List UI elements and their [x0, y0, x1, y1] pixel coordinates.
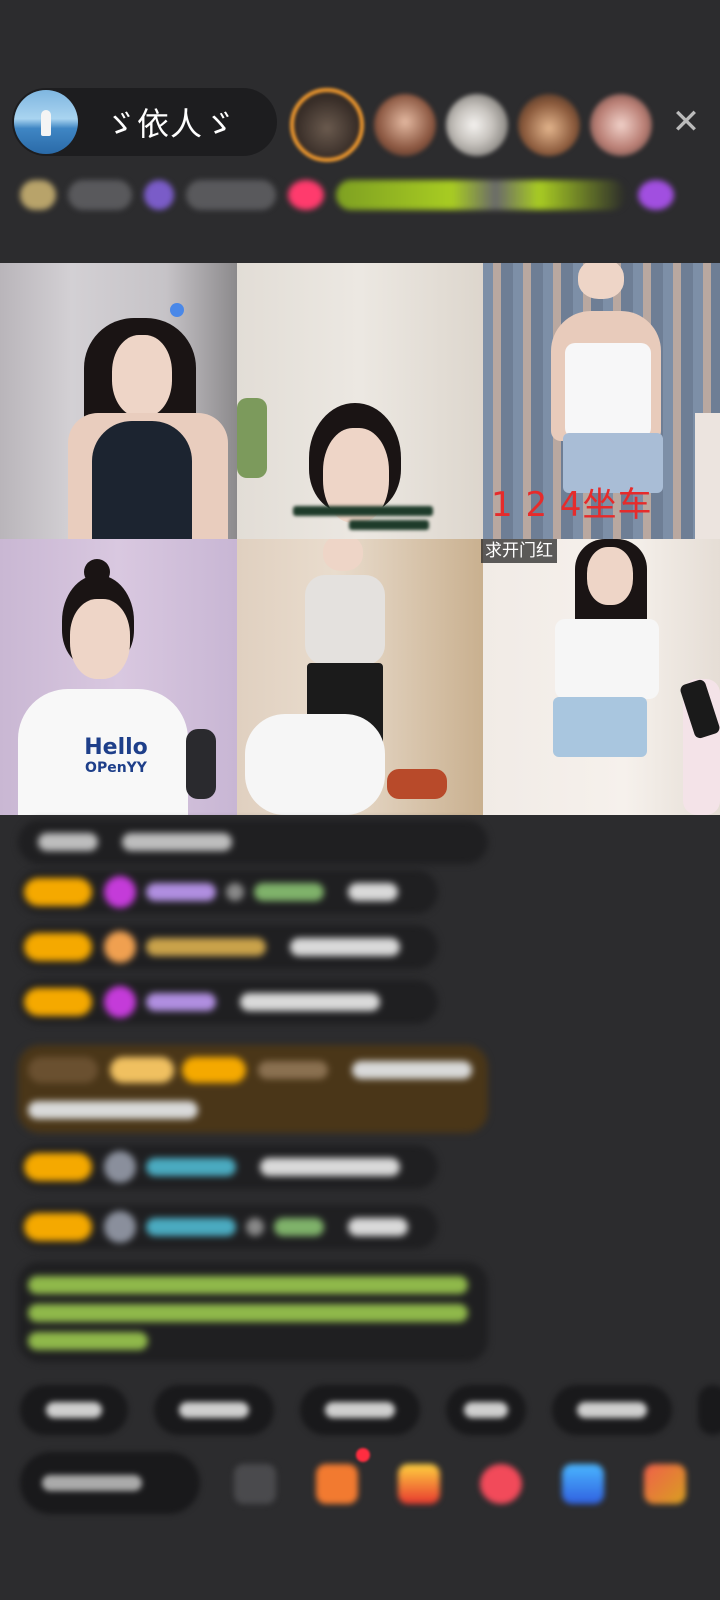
activity-icon[interactable]	[638, 180, 674, 210]
user-icon	[104, 1211, 136, 1243]
notification-dot	[356, 1448, 370, 1462]
level-badge	[24, 878, 92, 906]
host-info-pill[interactable]: ゞ依人ゞ	[12, 88, 277, 156]
host-name: ゞ依人ゞ	[104, 105, 237, 143]
chat-message[interactable]	[18, 925, 438, 969]
tile-4-shirt-print: Hello OPenYY	[84, 735, 148, 776]
quick-reply-button[interactable]	[154, 1385, 274, 1435]
level-badge	[24, 988, 92, 1016]
viewer-avatar[interactable]	[290, 88, 364, 162]
quick-reply-button[interactable]	[300, 1385, 420, 1435]
close-icon[interactable]: ✕	[668, 104, 704, 140]
viewer-avatar[interactable]	[518, 94, 580, 156]
viewer-avatar[interactable]	[374, 94, 436, 156]
tile-6-overlay-tag: 求开门红	[481, 539, 557, 563]
top-viewers	[290, 88, 662, 162]
badge-icon	[104, 931, 136, 963]
chat-message[interactable]	[18, 980, 438, 1024]
quick-reply-button[interactable]	[446, 1385, 526, 1435]
rank-chip[interactable]	[20, 180, 56, 210]
microphone-icon	[186, 729, 216, 799]
video-tile-2[interactable]	[237, 263, 483, 539]
hot-chip[interactable]	[144, 180, 174, 210]
host-avatar[interactable]	[14, 90, 78, 154]
quick-reply-row	[20, 1385, 720, 1435]
system-notice	[18, 1262, 488, 1362]
game-icon[interactable]	[562, 1464, 604, 1504]
chat-input[interactable]	[20, 1452, 200, 1514]
gift-chip[interactable]	[288, 180, 324, 210]
quick-reply-button[interactable]	[698, 1385, 720, 1435]
level-badge	[24, 1213, 92, 1241]
video-grid	[0, 263, 720, 815]
viewer-avatar[interactable]	[446, 94, 508, 156]
video-tile-1[interactable]	[0, 263, 237, 539]
level-badge	[24, 1153, 92, 1181]
chat-message[interactable]	[18, 1205, 438, 1249]
more-icon[interactable]	[644, 1464, 686, 1504]
hot-chip[interactable]	[186, 180, 276, 210]
tile-3-overlay-text: 1 2 4坐车	[491, 485, 653, 525]
gift-box-icon[interactable]	[316, 1464, 358, 1504]
chat-message[interactable]	[18, 1145, 438, 1189]
video-tile-5[interactable]	[237, 539, 483, 815]
quick-reply-button[interactable]	[20, 1385, 128, 1435]
activity-chip[interactable]	[336, 180, 626, 210]
chat-message[interactable]	[18, 870, 438, 914]
viewer-avatar[interactable]	[590, 94, 652, 156]
chat-message[interactable]	[18, 820, 488, 864]
lottery-icon[interactable]	[398, 1464, 440, 1504]
user-icon	[104, 1151, 136, 1183]
hair-flower-icon	[170, 303, 184, 317]
diamond-icon	[104, 986, 136, 1018]
level-badge	[24, 933, 92, 961]
bottom-bar	[0, 1452, 720, 1522]
heart-icon[interactable]	[480, 1464, 522, 1504]
video-tile-6[interactable]	[483, 539, 720, 815]
rank-chip[interactable]	[68, 180, 132, 210]
diamond-icon	[104, 876, 136, 908]
emoji-icon[interactable]	[234, 1464, 276, 1504]
quick-reply-button[interactable]	[552, 1385, 672, 1435]
gift-message[interactable]	[18, 1045, 488, 1133]
info-bar	[20, 170, 700, 220]
